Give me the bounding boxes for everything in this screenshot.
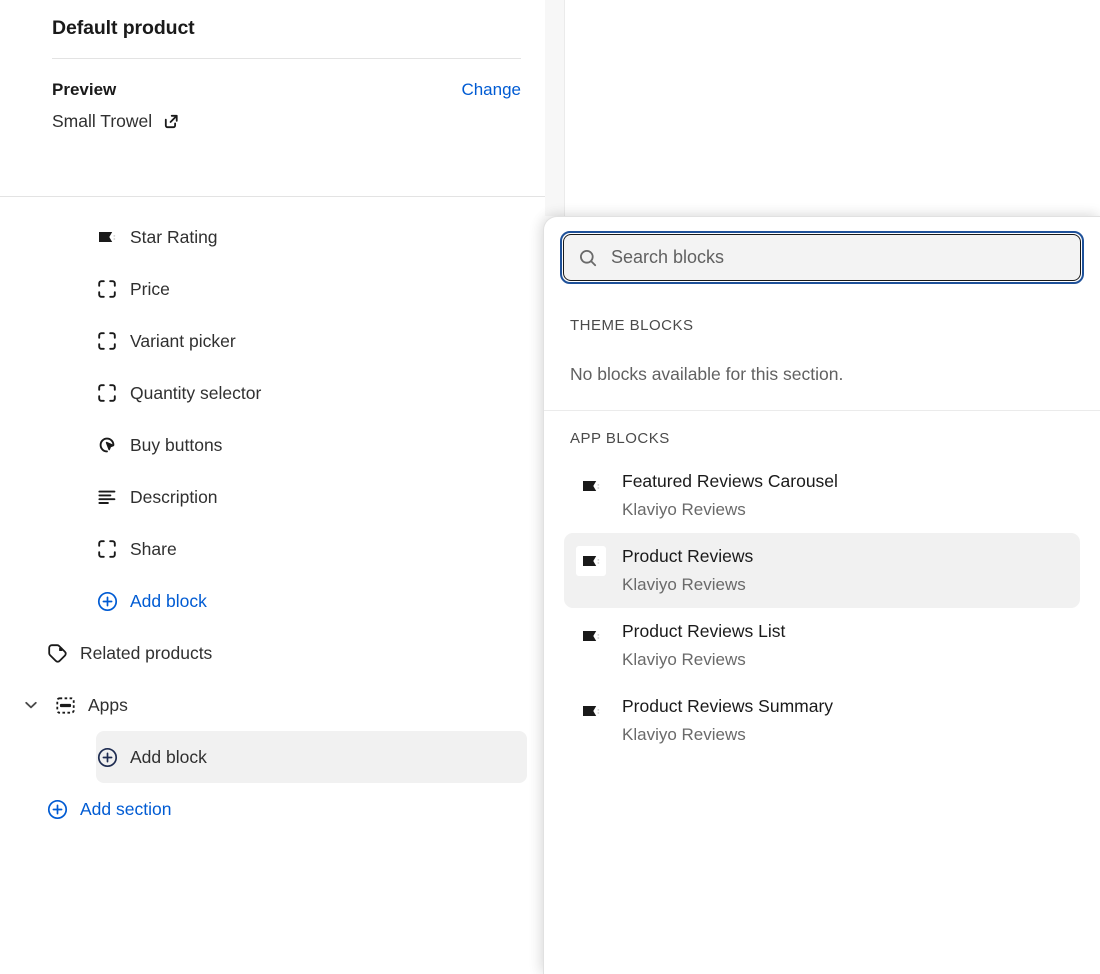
block-label: Quantity selector	[130, 381, 261, 405]
klaviyo-app-icon	[576, 546, 606, 576]
block-picker-popover: THEME BLOCKS No blocks available for thi…	[543, 216, 1100, 974]
app-block-subtitle: Klaviyo Reviews	[622, 572, 753, 597]
app-blocks-heading: APP BLOCKS	[560, 411, 1084, 450]
plus-circle-icon	[96, 746, 130, 769]
block-row-variant-picker[interactable]: Variant picker	[96, 315, 527, 367]
block-row-price[interactable]: Price	[96, 263, 527, 315]
klaviyo-app-icon	[576, 696, 606, 726]
block-row-quantity-selector[interactable]: Quantity selector	[96, 367, 527, 419]
block-placeholder-icon	[96, 538, 130, 560]
section-placeholder-icon	[54, 694, 88, 717]
theme-editor-screen: Default product Preview Change Small Tro…	[0, 0, 1100, 974]
app-block-texts: Featured Reviews Carousel Klaviyo Review…	[622, 469, 838, 522]
preview-row: Preview Change	[52, 77, 521, 103]
block-label: Star Rating	[130, 225, 218, 249]
app-block-texts: Product Reviews List Klaviyo Reviews	[622, 619, 785, 672]
block-placeholder-icon	[96, 382, 130, 404]
search-icon	[577, 247, 599, 269]
app-blocks-section: APP BLOCKS Featured Reviews Carousel Kla…	[544, 411, 1100, 758]
app-block-row[interactable]: Featured Reviews Carousel Klaviyo Review…	[564, 458, 1080, 533]
block-list: Star Rating Price	[0, 197, 545, 835]
preview-label: Preview	[52, 77, 116, 103]
add-section-button[interactable]: Add section	[46, 783, 527, 835]
add-section-label: Add section	[80, 797, 171, 821]
block-placeholder-icon	[96, 278, 130, 300]
theme-blocks-heading: THEME BLOCKS	[560, 298, 1084, 337]
klaviyo-app-icon	[96, 226, 130, 248]
section-label: Related products	[80, 641, 212, 665]
search-area	[544, 217, 1100, 298]
app-block-texts: Product Reviews Klaviyo Reviews	[622, 544, 753, 597]
app-blocks-list: Featured Reviews Carousel Klaviyo Review…	[560, 450, 1084, 758]
theme-blocks-section: THEME BLOCKS No blocks available for thi…	[544, 298, 1100, 410]
block-label: Share	[130, 537, 177, 561]
app-block-subtitle: Klaviyo Reviews	[622, 647, 785, 672]
search-field[interactable]	[563, 234, 1081, 281]
app-block-title: Product Reviews List	[622, 619, 785, 644]
app-block-row[interactable]: Product Reviews Summary Klaviyo Reviews	[564, 683, 1080, 758]
search-focus-ring	[560, 231, 1084, 284]
plus-circle-icon	[46, 798, 80, 821]
klaviyo-app-icon	[576, 621, 606, 651]
preview-product-link[interactable]: Small Trowel	[52, 108, 521, 134]
stage-left-gutter	[545, 0, 565, 216]
section-row-related-products[interactable]: Related products	[46, 627, 527, 679]
preview-product-name: Small Trowel	[52, 108, 152, 134]
block-label: Buy buttons	[130, 433, 222, 457]
add-block-button[interactable]: Add block	[96, 575, 527, 627]
block-label: Price	[130, 277, 170, 301]
app-block-subtitle: Klaviyo Reviews	[622, 722, 833, 747]
app-block-title: Featured Reviews Carousel	[622, 469, 838, 494]
app-block-row[interactable]: Product Reviews List Klaviyo Reviews	[564, 608, 1080, 683]
sidebar: Default product Preview Change Small Tro…	[0, 0, 545, 974]
apps-add-block-label: Add block	[130, 745, 207, 769]
block-label: Description	[130, 485, 218, 509]
cursor-click-icon	[96, 434, 130, 456]
block-row-star-rating[interactable]: Star Rating	[96, 211, 527, 263]
change-preview-link[interactable]: Change	[461, 77, 521, 103]
apps-add-block-button[interactable]: Add block	[96, 731, 527, 783]
external-link-icon	[162, 112, 181, 131]
page-title: Default product	[52, 14, 521, 58]
section-label: Apps	[88, 693, 128, 717]
sidebar-header: Default product	[0, 0, 545, 58]
app-block-row[interactable]: Product Reviews Klaviyo Reviews	[564, 533, 1080, 608]
chevron-down-icon[interactable]	[16, 695, 46, 715]
app-block-subtitle: Klaviyo Reviews	[622, 497, 838, 522]
plus-circle-icon	[96, 590, 130, 613]
block-placeholder-icon	[96, 330, 130, 352]
app-block-texts: Product Reviews Summary Klaviyo Reviews	[622, 694, 833, 747]
app-block-title: Product Reviews	[622, 544, 753, 569]
tag-icon	[46, 642, 80, 665]
section-row-apps[interactable]: Apps	[16, 679, 527, 731]
preview-block: Preview Change Small Trowel	[0, 59, 545, 134]
app-block-title: Product Reviews Summary	[622, 694, 833, 719]
block-row-share[interactable]: Share	[96, 523, 527, 575]
block-label: Variant picker	[130, 329, 236, 353]
add-block-label: Add block	[130, 589, 207, 613]
block-row-buy-buttons[interactable]: Buy buttons	[96, 419, 527, 471]
search-input[interactable]	[611, 247, 1067, 268]
text-lines-icon	[96, 486, 130, 508]
klaviyo-app-icon	[576, 471, 606, 501]
theme-blocks-empty-message: No blocks available for this section.	[560, 337, 1084, 410]
block-row-description[interactable]: Description	[96, 471, 527, 523]
